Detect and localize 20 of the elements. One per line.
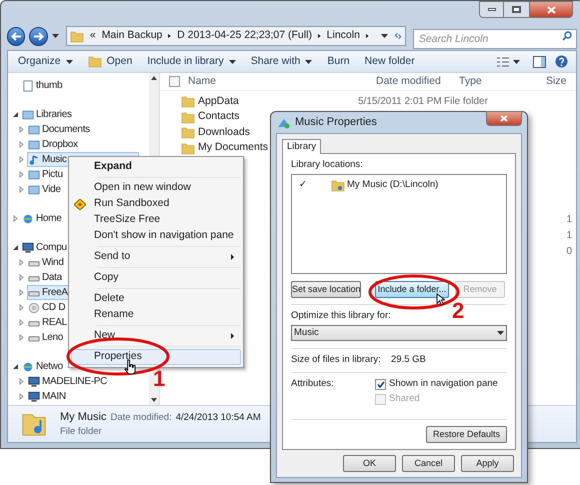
checkbox-label: Shared [389, 393, 420, 405]
size-value: 29.5 GB [391, 354, 426, 366]
item-name: My Music [60, 410, 106, 425]
attributes-label: Attributes: [291, 378, 335, 391]
optimize-label: Optimize this library for: [291, 310, 391, 322]
dialog-title: Music Properties [295, 115, 377, 130]
size-label: Size of files in library: [291, 354, 382, 366]
locations-label: Library locations: [291, 159, 363, 171]
type-cell-text: File folder [444, 95, 488, 110]
checkbox-label: Shown in navigation pane [389, 378, 498, 390]
step-number: 2 [452, 300, 464, 322]
check-mark: ✓ [298, 179, 308, 191]
size-cell-text: 1 [566, 213, 572, 226]
size-cell-text: 1 [566, 229, 572, 242]
date-cell-text: 5/15/2011 2:01 PM [358, 95, 443, 110]
size-cell-text: 0 [566, 245, 572, 258]
step-number: 1 [153, 368, 166, 390]
item-type: File folder [60, 425, 103, 440]
date-label: Date modified: [110, 410, 172, 425]
date-value: 4/24/2013 10:54 AM [176, 410, 261, 425]
